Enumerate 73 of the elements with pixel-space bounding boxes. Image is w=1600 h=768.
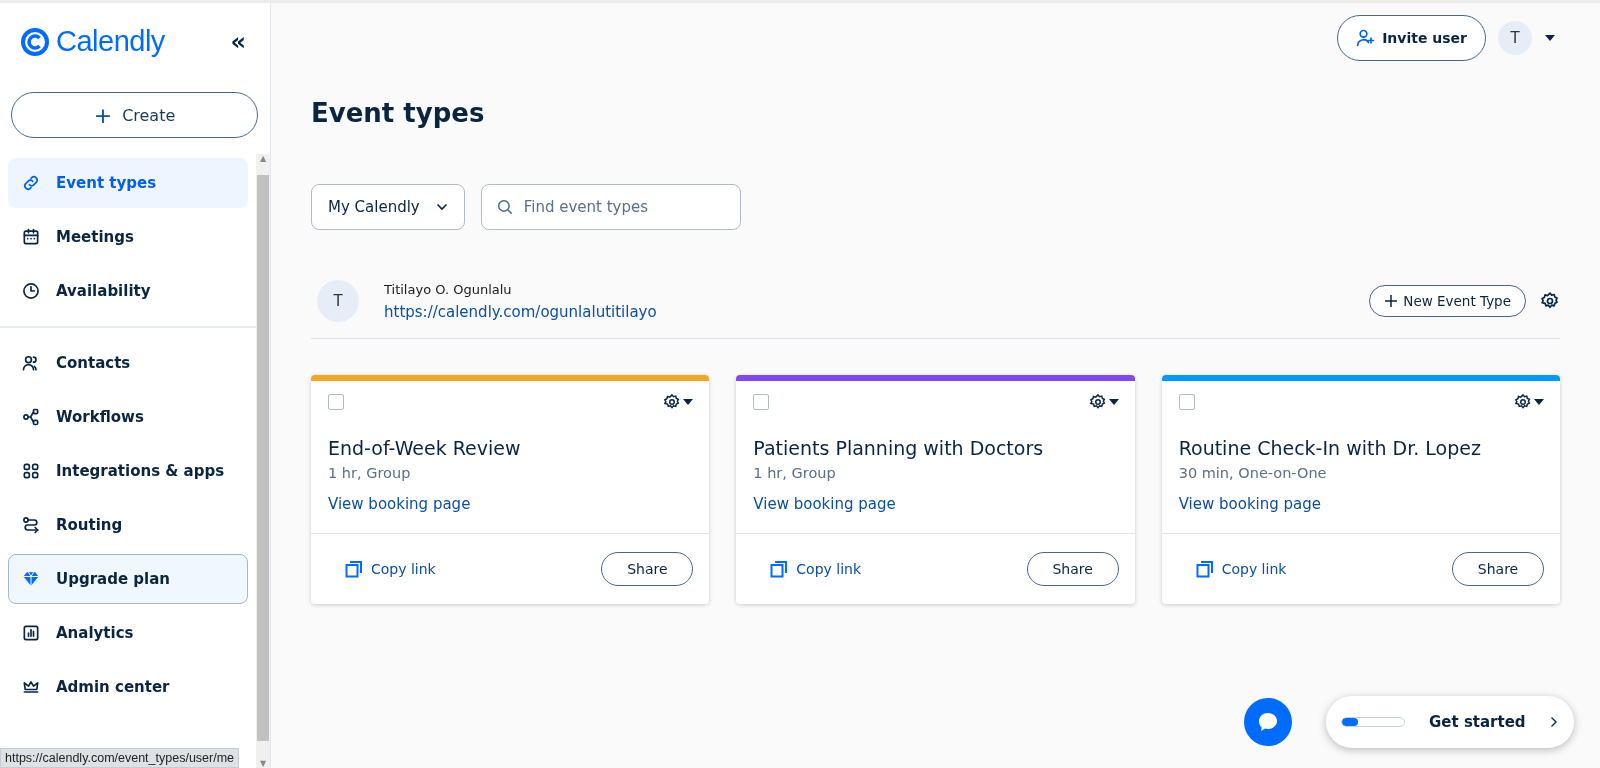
user-name: Titilayo O. Ogunlalu [384, 281, 513, 297]
get-started-button[interactable]: Get started [1326, 696, 1574, 748]
checkbox[interactable] [328, 394, 344, 410]
settings-menu-button[interactable] [1088, 393, 1119, 411]
event-details: 30 min, One-on-One [1178, 465, 1328, 481]
chat-bubble-icon [1256, 710, 1280, 734]
nav-item[interactable]: Contacts [8, 338, 248, 388]
booking-page-link[interactable]: View booking page [328, 495, 471, 513]
add-user-icon [1356, 28, 1377, 48]
settings-menu-button[interactable] [663, 393, 694, 411]
event-title: Routine Check-In with Dr. Lopez [1178, 437, 1482, 459]
user-avatar[interactable]: T [1498, 21, 1532, 55]
nav-item[interactable]: Upgrade plan [8, 554, 248, 604]
caret-icon [683, 399, 694, 405]
page-title: Event types [311, 98, 486, 128]
copy-icon [345, 560, 363, 578]
route-icon [21, 515, 41, 535]
nodes-icon [21, 407, 41, 427]
create-button[interactable]: + Create [11, 92, 258, 138]
brand-name: Calendly [56, 25, 165, 58]
copy-link-button[interactable]: Copy link [345, 560, 436, 578]
nav-item[interactable]: Event types [8, 158, 248, 208]
share-button[interactable]: Share [601, 552, 694, 586]
nav-item[interactable]: Admin center [8, 662, 248, 712]
nav-item[interactable]: Availability [8, 266, 248, 316]
settings-icon [663, 393, 682, 411]
status-url: https://calendly.com/event_types/user/me [0, 748, 240, 768]
nav-item[interactable]: Workflows [8, 392, 248, 442]
grid-icon [21, 461, 41, 481]
calendar-icon [21, 227, 41, 247]
link-icon [21, 173, 41, 193]
nav-item[interactable]: Routing [8, 500, 248, 550]
event-title: Patients Planning with Doctors [753, 437, 1045, 459]
share-button[interactable]: Share [1026, 552, 1119, 586]
diamond-icon [21, 569, 41, 589]
chat-button[interactable] [1244, 698, 1292, 746]
search-field[interactable]: Find event types [480, 184, 741, 230]
caret-icon [1534, 399, 1544, 405]
bar-chart-icon [21, 623, 41, 643]
chevron-right-icon [1550, 716, 1558, 728]
copy-link-button[interactable]: Copy link [1195, 560, 1287, 578]
event-details: 1 hr, Group [328, 465, 412, 481]
clock-icon [21, 281, 41, 301]
copy-icon [770, 560, 789, 578]
nav-item[interactable]: Meetings [8, 212, 248, 262]
event-details: 1 hr, Group [753, 465, 837, 481]
copy-icon [1195, 560, 1214, 578]
logo-icon [20, 26, 50, 57]
copy-link-button[interactable]: Copy link [770, 560, 862, 578]
invite-user-button[interactable]: Invite user [1337, 15, 1486, 61]
nav-item[interactable]: Integrations & apps [8, 446, 248, 496]
user-avatar: T [317, 280, 359, 322]
settings-menu-button[interactable] [1514, 393, 1544, 411]
booking-page-link[interactable]: View booking page [753, 495, 896, 513]
settings-icon [1088, 393, 1107, 411]
checkbox[interactable] [753, 394, 770, 410]
new-event-type-button[interactable]: New Event Type [1369, 285, 1526, 317]
chevron-down-icon [435, 203, 448, 211]
settings-icon [1514, 393, 1532, 411]
calendar-dropdown[interactable]: My Calendly [311, 184, 465, 230]
progress-bar [1341, 717, 1405, 727]
settings-icon [1540, 291, 1560, 311]
share-button[interactable]: Share [1452, 552, 1544, 586]
profile-link[interactable]: https://calendly.com/ogunlalutitilayo [384, 302, 657, 321]
collapse-button[interactable]: « [228, 27, 248, 56]
event-title: End-of-Week Review [328, 437, 522, 459]
search-icon [495, 198, 514, 216]
nav-item[interactable]: Analytics [8, 608, 248, 658]
caret-icon[interactable] [1544, 34, 1556, 42]
caret-icon [1108, 399, 1119, 405]
plus-icon [1384, 294, 1399, 308]
booking-page-link[interactable]: View booking page [1178, 495, 1321, 513]
checkbox[interactable] [1178, 394, 1195, 410]
